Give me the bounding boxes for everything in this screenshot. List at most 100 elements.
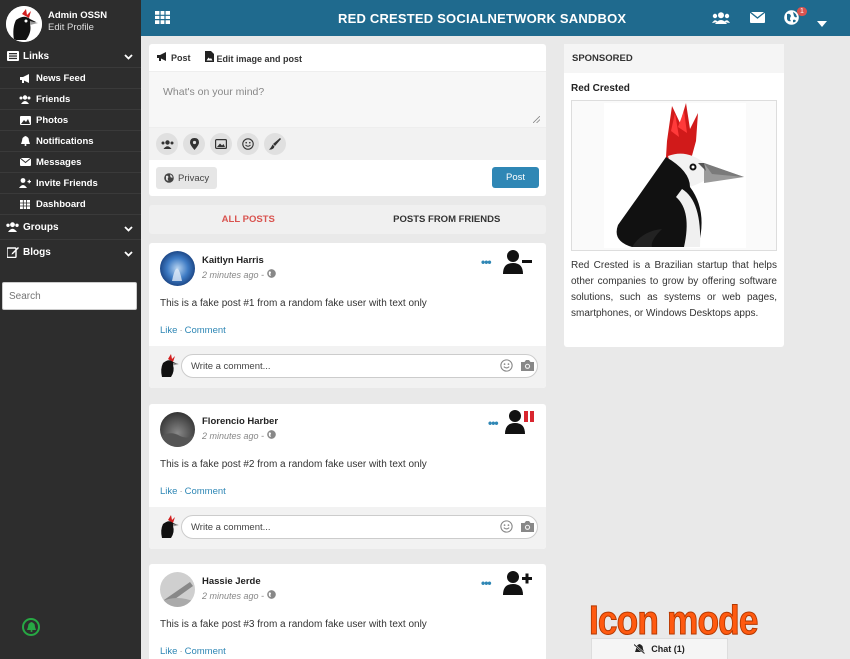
tab-all-posts[interactable]: ALL POSTS: [149, 205, 348, 234]
top-bar: RED CRESTED SOCIALNETWORK SANDBOX: [141, 0, 850, 36]
sidebar-item-label: News Feed: [36, 72, 86, 84]
post-author-avatar[interactable]: [160, 572, 195, 607]
blogs-menu-toggle[interactable]: Blogs: [0, 239, 141, 264]
post-options-icon[interactable]: •••: [481, 255, 492, 269]
comment-link[interactable]: Comment: [185, 486, 226, 497]
like-link[interactable]: Like: [160, 486, 177, 497]
profile-name[interactable]: Admin OSSN: [48, 10, 107, 21]
like-link[interactable]: Like: [160, 646, 177, 657]
post-card: Kaitlyn Harris 2 minutes ago - ••• This …: [149, 243, 546, 388]
grid-icon: [19, 199, 31, 209]
sidebar-item-invite-friends[interactable]: Invite Friends: [0, 172, 141, 193]
edit-profile-link[interactable]: Edit Profile: [48, 22, 94, 33]
comment-input[interactable]: Write a comment...: [181, 354, 538, 378]
envelope-icon: [19, 158, 31, 166]
camera-icon[interactable]: [521, 360, 534, 371]
post-options-icon[interactable]: •••: [481, 576, 492, 590]
like-link[interactable]: Like: [160, 325, 177, 336]
chat-bar[interactable]: Chat (1): [591, 638, 728, 659]
comment-input[interactable]: Write a comment...: [181, 515, 538, 539]
feed-tabs: ALL POSTS POSTS FROM FRIENDS: [149, 205, 546, 234]
users-icon: [19, 94, 31, 104]
post-textarea-placeholder: What's on your mind?: [163, 86, 265, 98]
emoji-button[interactable]: [237, 133, 259, 155]
smile-icon[interactable]: [500, 359, 513, 372]
post-composer: Post Edit image and post What's on your …: [149, 44, 546, 196]
links-menu-toggle[interactable]: Links: [0, 45, 141, 67]
post-time-label: 2 minutes ago -: [202, 270, 265, 280]
privacy-button[interactable]: Privacy: [156, 167, 218, 189]
tab-posts-from-friends[interactable]: POSTS FROM FRIENDS: [348, 205, 547, 234]
globe-icon: [266, 430, 276, 439]
menu-grid-icon[interactable]: [155, 11, 170, 27]
groups-label: Groups: [23, 221, 59, 233]
camera-icon[interactable]: [521, 521, 534, 532]
links-icon: [6, 51, 19, 61]
sidebar-item-label: Invite Friends: [36, 177, 98, 189]
sidebar-item-messages[interactable]: Messages: [0, 151, 141, 172]
edit-icon: [6, 246, 19, 258]
comment-link[interactable]: Comment: [185, 646, 226, 657]
cancel-friend-request-icon[interactable]: [505, 409, 537, 438]
sidebar-item-label: Messages: [36, 156, 82, 168]
post-author-name[interactable]: Hassie Jerde: [202, 576, 261, 587]
sponsored-text: Red Crested is a Brazilian startup that …: [571, 260, 777, 319]
post-time-label: 2 minutes ago -: [202, 431, 265, 441]
smile-icon[interactable]: [500, 520, 513, 533]
search-input[interactable]: [2, 282, 137, 310]
composer-tab-post[interactable]: Post: [157, 52, 191, 63]
friends-requests-icon[interactable]: [712, 12, 730, 27]
post-button[interactable]: Post: [492, 167, 539, 188]
avatar[interactable]: [6, 6, 42, 42]
commenter-avatar: [161, 354, 179, 377]
notification-toggle-button[interactable]: [22, 618, 40, 636]
envelope-icon[interactable]: [749, 11, 766, 26]
caret-down-icon[interactable]: [817, 18, 827, 30]
post-author-name[interactable]: Kaitlyn Harris: [202, 255, 264, 266]
composer-tabs: Post Edit image and post: [149, 44, 546, 71]
users-icon: [6, 222, 19, 232]
chat-label: Chat (1): [651, 644, 685, 654]
smile-icon: [242, 138, 254, 150]
sidebar-item-friends[interactable]: Friends: [0, 88, 141, 109]
add-friend-icon[interactable]: [503, 570, 533, 599]
post-author-name[interactable]: Florencio Harber: [202, 416, 278, 427]
paintbrush-icon: [269, 138, 281, 150]
tag-friends-button[interactable]: [156, 133, 178, 155]
sidebar-item-notifications[interactable]: Notifications: [0, 130, 141, 151]
post-time-label: 2 minutes ago -: [202, 591, 265, 601]
composer-tab-edit-image[interactable]: Edit image and post: [204, 51, 302, 64]
image-icon: [19, 115, 31, 125]
comment-link[interactable]: Comment: [185, 325, 226, 336]
sponsored-widget: SPONSORED Red Crested Red Crested is a B…: [564, 44, 784, 347]
sidebar-item-news-feed[interactable]: News Feed: [0, 67, 141, 88]
sidebar-item-photos[interactable]: Photos: [0, 109, 141, 130]
sidebar-item-label: Dashboard: [36, 198, 86, 210]
remove-friend-icon[interactable]: [503, 249, 533, 278]
post-card: Florencio Harber 2 minutes ago - ••• Thi…: [149, 404, 546, 549]
paint-button[interactable]: [264, 133, 286, 155]
composer-tab-post-label: Post: [171, 53, 191, 63]
post-time: 2 minutes ago -: [202, 430, 276, 441]
user-plus-icon: [19, 178, 31, 188]
sidebar-item-label: Friends: [36, 93, 71, 105]
sidebar-item-dashboard[interactable]: Dashboard: [0, 193, 141, 214]
post-author-avatar[interactable]: [160, 412, 195, 447]
location-button[interactable]: [183, 133, 205, 155]
add-photo-button[interactable]: [210, 133, 232, 155]
post-textarea[interactable]: What's on your mind?: [149, 71, 546, 128]
post-time: 2 minutes ago -: [202, 590, 276, 601]
sponsored-image[interactable]: [571, 100, 777, 251]
post-author-avatar[interactable]: [160, 251, 195, 286]
separator: ·: [179, 325, 183, 336]
comment-bar: Write a comment...: [149, 507, 546, 549]
post-card: Hassie Jerde 2 minutes ago - ••• This is…: [149, 564, 546, 659]
chevron-down-icon: [124, 52, 133, 63]
app-title: RED CRESTED SOCIALNETWORK SANDBOX: [338, 11, 627, 26]
resize-handle-icon[interactable]: [533, 116, 540, 123]
chevron-down-icon: [124, 249, 133, 260]
chevron-down-icon: [124, 224, 133, 235]
groups-menu-toggle[interactable]: Groups: [0, 214, 141, 239]
post-options-icon[interactable]: •••: [488, 416, 499, 430]
sponsored-title[interactable]: Red Crested: [571, 83, 630, 94]
